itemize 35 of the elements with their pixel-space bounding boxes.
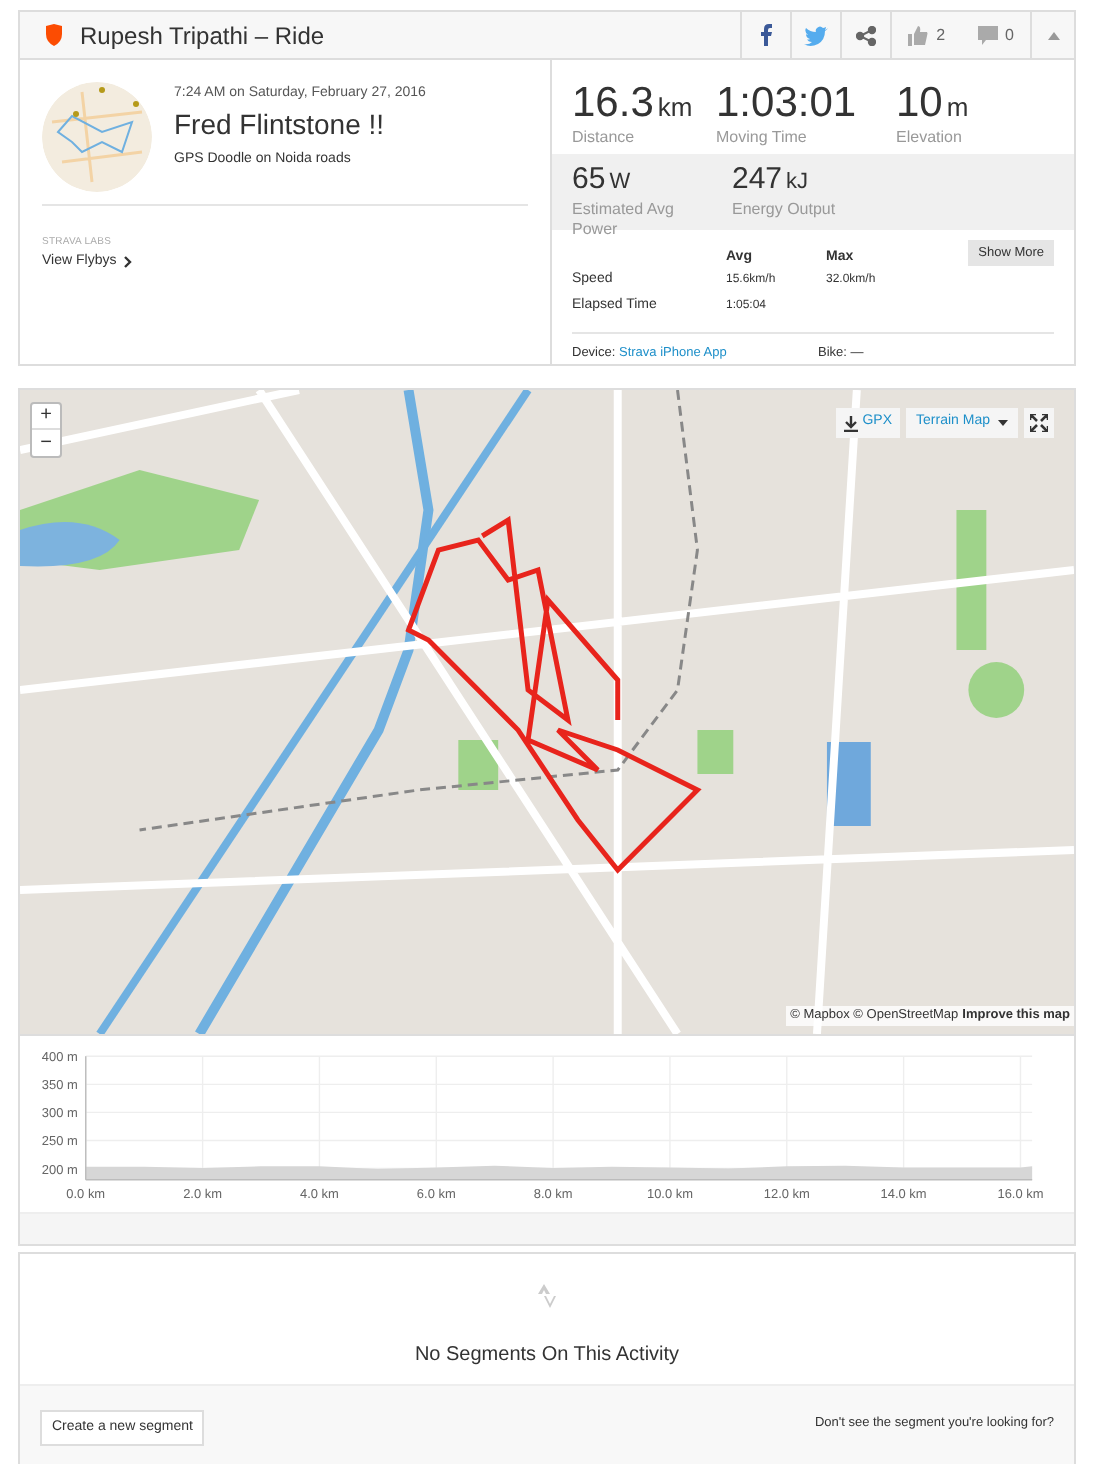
- shield-icon: [44, 24, 64, 46]
- zoom-in-button[interactable]: +: [32, 404, 60, 430]
- zoom-out-button[interactable]: −: [32, 430, 60, 456]
- fullscreen-icon: [1030, 414, 1048, 432]
- stat-value: 16.3: [572, 80, 654, 126]
- thumbs-up-icon: [908, 25, 929, 45]
- download-icon: [844, 415, 859, 431]
- caret-down-icon: [998, 420, 1008, 426]
- stat-label: Estimated Avg Power: [572, 200, 676, 240]
- route-thumbnail: [42, 82, 152, 192]
- stat-value: 65: [572, 162, 606, 196]
- stat-label: Moving Time: [716, 128, 809, 148]
- stat-unit: kJ: [786, 170, 809, 194]
- stat-unit: m: [946, 92, 969, 122]
- strava-logo-icon: [538, 1284, 556, 1308]
- empty-segments-title: No Segments On This Activity: [414, 1342, 680, 1370]
- comments-button[interactable]: 0: [961, 12, 1030, 58]
- stat-value: 247: [732, 162, 783, 196]
- stat-value: 1:03:01: [716, 80, 857, 126]
- bird-icon: [804, 25, 829, 45]
- comment-icon: [977, 25, 998, 45]
- stat-unit: W: [609, 170, 631, 194]
- stat-label: Distance: [572, 128, 637, 148]
- facebook-icon: [760, 24, 773, 46]
- activity-name: Fred Flintstone !!: [174, 105, 387, 141]
- stat-value: 10: [896, 80, 943, 126]
- header-title: Rupesh Tripathi – Ride: [80, 19, 325, 53]
- chevron-right-icon: [124, 255, 133, 268]
- kudos-button[interactable]: 2: [890, 12, 962, 58]
- caret-up-icon: [1047, 31, 1059, 39]
- share-icon: [856, 25, 877, 45]
- stat-unit: km: [657, 92, 693, 122]
- fullscreen-button[interactable]: [1024, 408, 1054, 438]
- stat-label: Energy Output: [732, 200, 838, 220]
- stat-label: Elevation: [896, 128, 964, 148]
